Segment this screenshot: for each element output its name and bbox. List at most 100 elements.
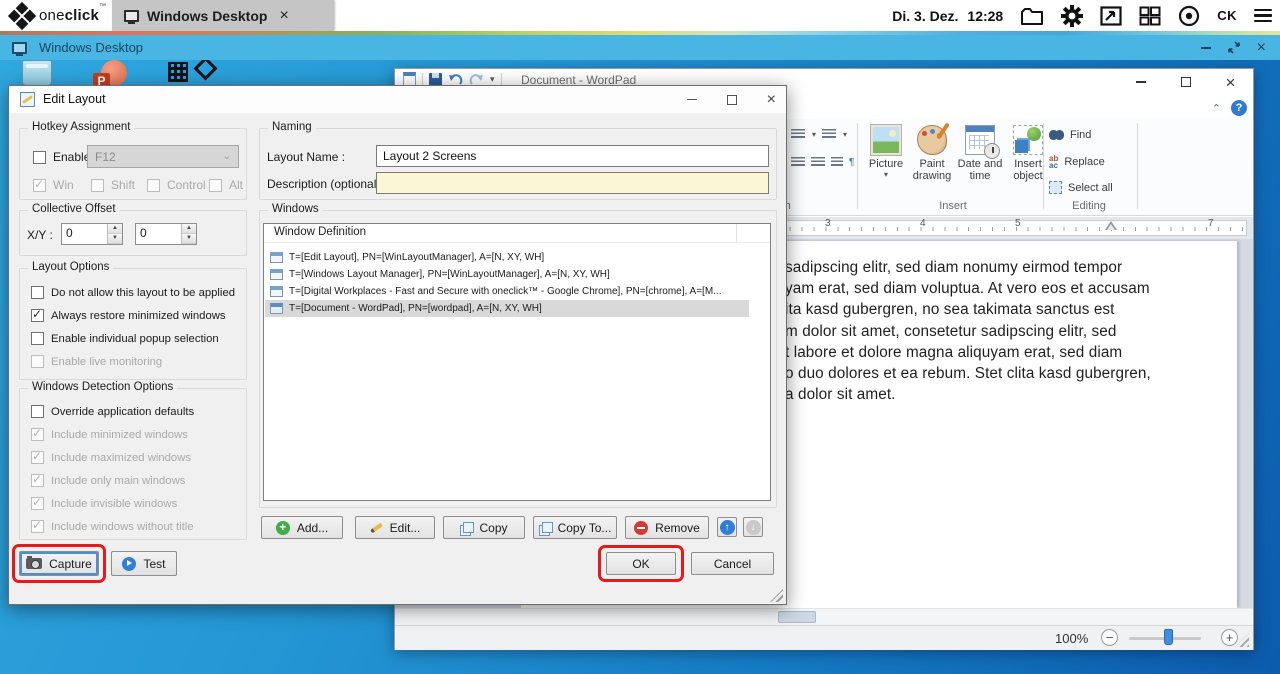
menu-button[interactable] [1254, 9, 1272, 23]
spinner-buttons[interactable]: ▲▼ [181, 224, 196, 244]
picture-button[interactable]: Picture ▾ [863, 123, 909, 211]
test-button[interactable]: Test [111, 551, 177, 576]
edit-button[interactable]: Edit... [355, 516, 435, 539]
desktop-window-titlebar[interactable]: Windows Desktop × [0, 35, 1280, 60]
window-definition-row[interactable]: T=[Windows Layout Manager], PN=[WinLayou… [265, 266, 749, 283]
checkbox-popup-selection[interactable]: ✓ Enable individual popup selection [31, 332, 219, 345]
checkbox-include-maximized[interactable]: ✓ Include maximized windows [31, 451, 191, 464]
oneclick-brand[interactable]: oneclick™ [12, 0, 106, 31]
spin-down-icon[interactable]: ▼ [108, 234, 122, 244]
user-initials[interactable]: CK [1217, 8, 1237, 23]
paint-drawing-button[interactable]: Paint drawing [909, 123, 955, 211]
spin-up-icon[interactable]: ▲ [182, 224, 196, 234]
window-definition-row-selected[interactable]: T=[Document - WordPad], PN=[wordpad], A=… [265, 300, 749, 317]
qat-dropdown-icon[interactable]: ▾ [490, 74, 495, 85]
zoom-in-button[interactable]: + [1221, 629, 1238, 646]
windows-listbox[interactable]: Window Definition T=[Edit Layout], PN=[W… [263, 223, 771, 501]
checkbox-include-minimized[interactable]: ✓ Include minimized windows [31, 428, 188, 441]
insert-object-button[interactable]: Insert object [1005, 123, 1051, 211]
insert-object-icon [1013, 125, 1043, 155]
tab-close-icon[interactable]: × [279, 8, 288, 24]
restore-icon[interactable] [1227, 41, 1241, 54]
checkbox-include-invisible[interactable]: ✓ Include invisible windows [31, 497, 177, 510]
fullscreen-icon [1100, 6, 1122, 26]
move-up-button[interactable]: ↑ [717, 517, 737, 537]
spin-up-icon[interactable]: ▲ [108, 224, 122, 234]
record-button[interactable] [1178, 5, 1200, 27]
dialog-resize-grip[interactable] [770, 589, 783, 602]
paragraph-align-controls[interactable]: ¶ [791, 157, 854, 168]
checkbox-box: ✓ [31, 309, 44, 322]
maximize-icon[interactable] [727, 95, 737, 105]
checkbox-box: ✓ [31, 497, 44, 510]
offset-y-spinner[interactable]: 0 ▲▼ [135, 223, 197, 245]
find-button[interactable]: Find [1049, 129, 1091, 141]
indent-marker[interactable] [1105, 221, 1117, 230]
files-button[interactable] [1020, 6, 1044, 26]
close-button[interactable]: × [1208, 69, 1253, 95]
replace-label: Replace [1064, 156, 1104, 168]
recycle-bin-icon[interactable] [22, 60, 52, 86]
checkbox-win[interactable]: ✓ Win [33, 178, 74, 192]
checkbox-override-defaults[interactable]: ✓ Override application defaults [31, 405, 194, 418]
scrollbar-thumb[interactable] [778, 611, 816, 623]
copy-button[interactable]: Copy [443, 516, 525, 539]
list-column-header[interactable]: Window Definition [264, 224, 770, 243]
help-icon[interactable]: ? [1231, 100, 1247, 116]
tab-windows-desktop[interactable]: Windows Desktop × [112, 0, 334, 31]
horizontal-scrollbar[interactable] [395, 608, 1253, 625]
ok-button[interactable]: OK [606, 552, 676, 575]
checkbox-enable-hotkey[interactable]: ✓ Enable [33, 150, 90, 164]
copy-to-button[interactable]: Copy To... [533, 516, 617, 539]
hotkey-group-label: Hotkey Assignment [28, 121, 134, 133]
window-definition-row[interactable]: T=[Digital Workplaces - Fast and Secure … [265, 283, 749, 300]
maximize-button[interactable] [1163, 69, 1208, 95]
checkbox-shift[interactable]: ✓ Shift [91, 178, 135, 192]
picture-icon [871, 125, 901, 155]
zoom-slider-thumb[interactable] [1164, 629, 1173, 645]
checkbox-control[interactable]: ✓ Control [147, 178, 206, 192]
checkbox-do-not-allow-apply[interactable]: ✓ Do not allow this layout to be applied [31, 286, 235, 299]
copy-to-label: Copy To... [558, 521, 612, 535]
checkbox-without-title[interactable]: ✓ Include windows without title [31, 520, 194, 533]
offset-x-spinner[interactable]: 0 ▲▼ [61, 223, 123, 245]
dialog-titlebar[interactable]: Edit Layout × [9, 86, 786, 113]
replace-button[interactable]: abac Replace [1049, 155, 1105, 169]
grid-layout-button[interactable] [1139, 6, 1161, 26]
minimize-button[interactable] [1118, 69, 1163, 95]
minimize-icon[interactable] [687, 99, 697, 101]
close-icon[interactable]: × [767, 92, 776, 108]
move-down-button[interactable]: ↓ [743, 517, 763, 537]
camera-icon [26, 558, 42, 569]
clock: Di. 3. Dez. 12:28 [892, 8, 1003, 24]
paragraph-dialog-icon[interactable]: ¶ [849, 157, 854, 168]
remove-button[interactable]: Remove [625, 516, 709, 539]
checkbox-alt[interactable]: ✓ Alt [209, 178, 243, 192]
row-text: T=[Windows Layout Manager], PN=[WinLayou… [289, 269, 610, 280]
picture-dropdown-caret: ▾ [863, 170, 909, 179]
settings-button[interactable] [1061, 5, 1083, 27]
spin-down-icon[interactable]: ▼ [182, 234, 196, 244]
checkbox-only-main[interactable]: ✓ Include only main windows [31, 474, 185, 487]
checkbox-always-restore[interactable]: ✓ Always restore minimized windows [31, 309, 226, 322]
close-icon[interactable]: × [1257, 40, 1266, 56]
collapse-ribbon-icon[interactable]: ⌃ [1212, 102, 1221, 115]
date-time-button[interactable]: Date and time [957, 123, 1003, 211]
minimize-icon[interactable] [1201, 47, 1211, 49]
description-input[interactable] [376, 172, 769, 194]
cancel-button[interactable]: Cancel [691, 552, 774, 575]
checkbox-label: Win [53, 178, 74, 192]
remove-label: Remove [655, 521, 700, 535]
screen: P ▾ Document - WordPad × [0, 0, 1280, 674]
capture-button[interactable]: Capture [19, 551, 99, 576]
spinner-buttons[interactable]: ▲▼ [107, 224, 122, 244]
zoom-out-button[interactable]: − [1101, 629, 1118, 646]
hotkey-key-select[interactable]: F12 ⌄ [87, 145, 239, 168]
layout-name-input[interactable]: Layout 2 Screens [376, 145, 769, 167]
checkbox-live-monitoring[interactable]: ✓ Enable live monitoring [31, 355, 162, 368]
fullscreen-button[interactable] [1100, 6, 1122, 26]
add-button[interactable]: + Add... [261, 516, 343, 539]
select-all-button[interactable]: Select all [1049, 181, 1113, 194]
paragraph-list-controls[interactable]: ▾ ▾ [791, 129, 847, 140]
window-definition-row[interactable]: T=[Edit Layout], PN=[WinLayoutManager], … [265, 249, 749, 266]
